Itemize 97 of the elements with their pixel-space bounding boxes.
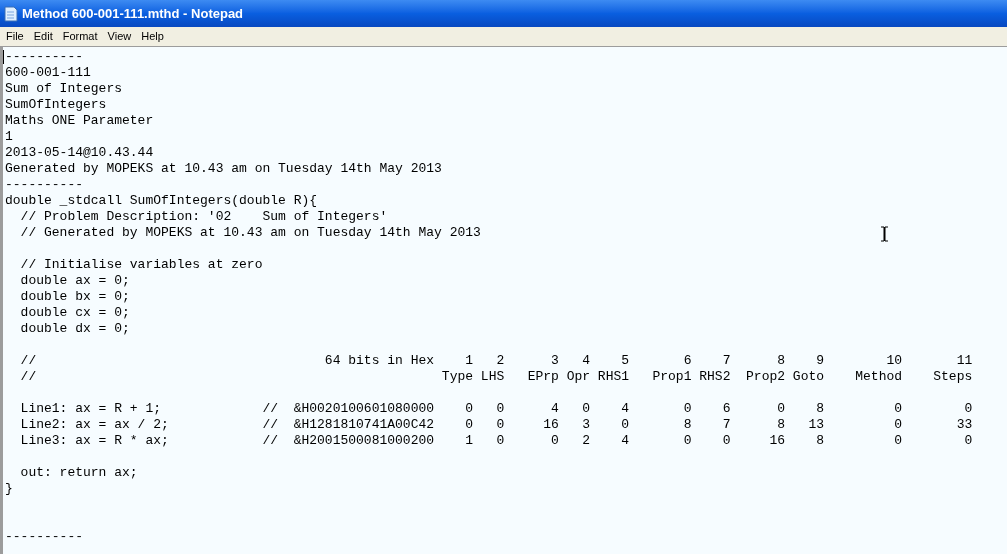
table-value: 0	[464, 417, 474, 433]
table-value: 3	[581, 417, 591, 433]
comment-mark: //	[262, 417, 280, 433]
comment-mark: //	[20, 369, 38, 385]
table-value: 6	[721, 401, 731, 417]
table-value: 13	[807, 417, 825, 433]
menu-item[interactable]: View	[102, 28, 137, 45]
hex-value: &H1281810741A00C42	[293, 417, 435, 433]
table-value: 1	[464, 433, 474, 449]
text-line: double _stdcall SumOfIntegers(double R){	[5, 193, 318, 209]
column-number: 8	[776, 353, 786, 369]
code-text: Line2: ax = ax / 2;	[20, 417, 170, 433]
table-value: 8	[776, 417, 786, 433]
text-line: 1	[5, 129, 13, 145]
table-value: 0	[682, 401, 692, 417]
table-value: 0	[581, 401, 591, 417]
text-line: 600-001-111	[5, 65, 91, 81]
table-value: 0	[682, 433, 692, 449]
table-value: 0	[893, 401, 903, 417]
text-line: SumOfIntegers	[5, 97, 107, 113]
text-line: Generated by MOPEKS at 10.43 am on Tuesday 14th May 2013	[5, 161, 442, 177]
table-value: 0	[893, 417, 903, 433]
table-value: 8	[815, 401, 825, 417]
text-line: // Generated by MOPEKS at 10.43 am on Tuesday 14th May 2013	[19, 225, 481, 241]
column-heading: Type	[440, 369, 474, 385]
menu-item[interactable]: Edit	[28, 28, 58, 45]
column-number: 10	[885, 353, 903, 369]
column-heading: Goto	[791, 369, 825, 385]
table-value: 0	[893, 433, 903, 449]
column-heading: 64 bits in Hex	[324, 353, 435, 369]
table-value: 0	[721, 433, 731, 449]
table-value: 0	[495, 417, 505, 433]
comment-mark: //	[262, 433, 280, 449]
table-value: 16	[542, 417, 559, 433]
column-heading: Opr	[565, 369, 591, 385]
notepad-icon[interactable]	[4, 5, 18, 22]
column-heading: RHS2	[698, 369, 731, 385]
comment-mark: //	[262, 401, 280, 417]
code-text: Line3: ax = R * ax;	[20, 433, 170, 449]
text-cursor	[3, 50, 4, 64]
column-number: 9	[815, 353, 825, 369]
text-area[interactable]	[0, 46, 1007, 554]
text-line: // Initialise variables at zero	[19, 257, 263, 273]
text-line: ----------	[5, 177, 83, 193]
text-line: double ax = 0;	[19, 273, 130, 289]
table-value: 33	[955, 417, 973, 433]
text-line: Maths ONE Parameter	[5, 113, 154, 129]
table-value: 0	[495, 433, 505, 449]
comment-mark: //	[20, 353, 38, 369]
hex-value: &H0020100601080000	[293, 401, 435, 417]
text-line: Sum of Integers	[5, 81, 123, 97]
table-value: 4	[620, 401, 630, 417]
menu-item[interactable]: Format	[57, 28, 103, 45]
table-value: 8	[815, 433, 825, 449]
window-title: Method 600-001-111.mthd - Notepad	[22, 4, 244, 23]
table-value: 8	[682, 417, 692, 433]
table-value: 0	[620, 417, 630, 433]
table-value: 4	[550, 401, 559, 417]
column-heading: EPrp	[526, 369, 559, 385]
menu-item[interactable]: File	[1, 28, 29, 45]
column-heading: Prop2	[745, 369, 786, 385]
table-value: 2	[581, 433, 591, 449]
menu-item[interactable]: Help	[136, 28, 169, 45]
code-text: Line1: ax = R + 1;	[20, 401, 163, 417]
table-value: 4	[620, 433, 630, 449]
column-heading: RHS1	[596, 369, 630, 385]
text-line: out: return ax;	[19, 465, 138, 481]
column-number: 4	[581, 353, 591, 369]
column-heading: Prop1	[651, 369, 692, 385]
text-line: double bx = 0;	[19, 289, 130, 305]
column-heading: LHS	[479, 369, 505, 385]
table-value: 0	[963, 401, 973, 417]
table-value: 0	[963, 433, 973, 449]
table-value: 0	[495, 401, 505, 417]
column-heading: Steps	[932, 369, 973, 385]
table-value: 0	[464, 401, 474, 417]
table-value: 0	[550, 433, 559, 449]
column-heading: Method	[854, 369, 903, 385]
text-line: ----------	[5, 49, 83, 65]
text-line: 2013-05-14@10.43.44	[5, 145, 154, 161]
column-number: 6	[682, 353, 692, 369]
table-value: 0	[776, 401, 786, 417]
column-number: 2	[495, 353, 505, 369]
column-number: 3	[550, 353, 559, 369]
text-line: double cx = 0;	[19, 305, 130, 321]
hex-value: &H2001500081000200	[293, 433, 435, 449]
table-value: 16	[768, 433, 786, 449]
text-line: ----------	[5, 529, 83, 545]
i-beam-cursor-icon	[880, 226, 889, 242]
text-line: double dx = 0;	[19, 321, 130, 337]
text-line: }	[5, 481, 13, 497]
column-number: 1	[464, 353, 474, 369]
column-number: 7	[721, 353, 731, 369]
table-value: 7	[721, 417, 731, 433]
text-line: // Problem Description: '02 Sum of Integers'	[19, 209, 388, 225]
column-number: 11	[955, 353, 973, 369]
column-number: 5	[620, 353, 630, 369]
